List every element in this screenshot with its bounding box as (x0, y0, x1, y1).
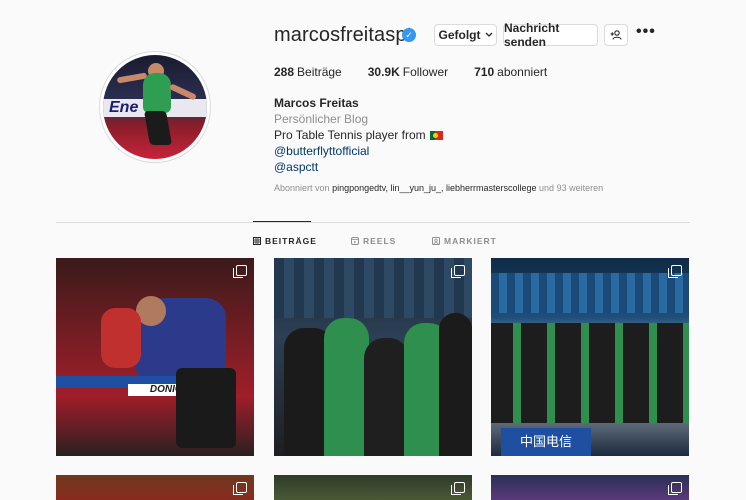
post-thumbnail[interactable] (491, 475, 689, 500)
multiple-images-icon (233, 265, 247, 278)
post-thumbnail[interactable]: DONIC (56, 258, 254, 456)
following-label: abonniert (497, 65, 548, 79)
posts-count: 288 (274, 65, 295, 79)
bio-text: Pro Table Tennis player from (274, 128, 426, 142)
following-button-label: Gefolgt (438, 28, 481, 42)
tab-reels[interactable]: REELS (351, 236, 396, 246)
multiple-images-icon (451, 265, 465, 278)
followed-by-names: pingpongedtv, lin__yun_ju_, liebherrmast… (332, 183, 537, 193)
tab-posts[interactable]: BEITRÄGE (253, 236, 317, 246)
profile-bio: Pro Table Tennis player from (274, 128, 443, 142)
followed-by-prefix: Abonniert von (274, 183, 330, 193)
post-thumbnail[interactable]: 中国电信 (491, 258, 689, 456)
post-image-team-member (324, 318, 369, 456)
profile-username: marcosfreitaspt (274, 24, 413, 46)
tab-tagged-label: MARKIERT (444, 236, 497, 246)
multiple-images-icon (233, 482, 247, 495)
bio-mention-link[interactable]: @aspctt (274, 160, 318, 174)
profile-avatar-ring[interactable]: Ene (99, 51, 211, 163)
reels-icon (351, 237, 359, 245)
profile-category: Persönlicher Blog (274, 112, 369, 126)
avatar[interactable]: Ene (103, 55, 207, 159)
active-tab-indicator (253, 221, 311, 222)
send-message-button[interactable]: Nachricht senden (503, 21, 598, 49)
verified-badge-icon: ✓ (402, 28, 416, 42)
followers-count: 30.9K (367, 65, 400, 79)
tab-tagged[interactable]: MARKIERT (432, 236, 497, 246)
followed-by-text[interactable]: Abonniert von pingpongedtv, lin__yun_ju_… (274, 183, 603, 193)
following-button[interactable]: Gefolgt (434, 24, 497, 46)
chevron-down-icon (485, 32, 492, 37)
posts-label: Beiträge (297, 65, 342, 79)
post-thumbnail[interactable] (274, 475, 472, 500)
tab-posts-label: BEITRÄGE (265, 236, 317, 246)
following-count: 710 (474, 65, 495, 79)
multiple-images-icon (451, 482, 465, 495)
post-image-team-member (439, 313, 472, 456)
more-options-button[interactable]: ••• (636, 24, 656, 41)
posts-stat: 288 Beiträge (274, 65, 342, 79)
followers-label: Follower (402, 65, 449, 79)
post-image-team-member (364, 338, 409, 456)
post-image-player-legs (176, 368, 236, 448)
post-image-team-row (491, 323, 689, 423)
profile-full-name: Marcos Freitas (274, 96, 359, 110)
following-stat[interactable]: 710 abonniert (474, 65, 547, 79)
tagged-icon (432, 237, 440, 245)
post-thumbnail[interactable] (274, 258, 472, 456)
multiple-images-icon (668, 265, 682, 278)
post-image-stands (491, 273, 689, 313)
post-image-opponent (101, 308, 141, 368)
tab-reels-label: REELS (363, 236, 397, 246)
followers-stat[interactable]: 30.9K Follower (368, 65, 448, 79)
post-image-sponsor-board: 中国电信 (501, 428, 591, 456)
avatar-figure-body (143, 73, 171, 113)
post-image-stands (274, 258, 472, 318)
post-thumbnail[interactable] (56, 475, 254, 500)
tabs-divider (56, 222, 690, 223)
profile-stats: 288 Beiträge 30.9K Follower 710 abonniert (274, 65, 573, 79)
add-person-icon (610, 30, 622, 40)
grid-icon (253, 237, 261, 245)
suggested-accounts-button[interactable] (604, 24, 628, 46)
multiple-images-icon (668, 482, 682, 495)
bio-mention-link[interactable]: @butterflyttofficial (274, 144, 369, 158)
portugal-flag-icon (429, 130, 443, 140)
followed-by-suffix: und 93 weiteren (539, 183, 604, 193)
